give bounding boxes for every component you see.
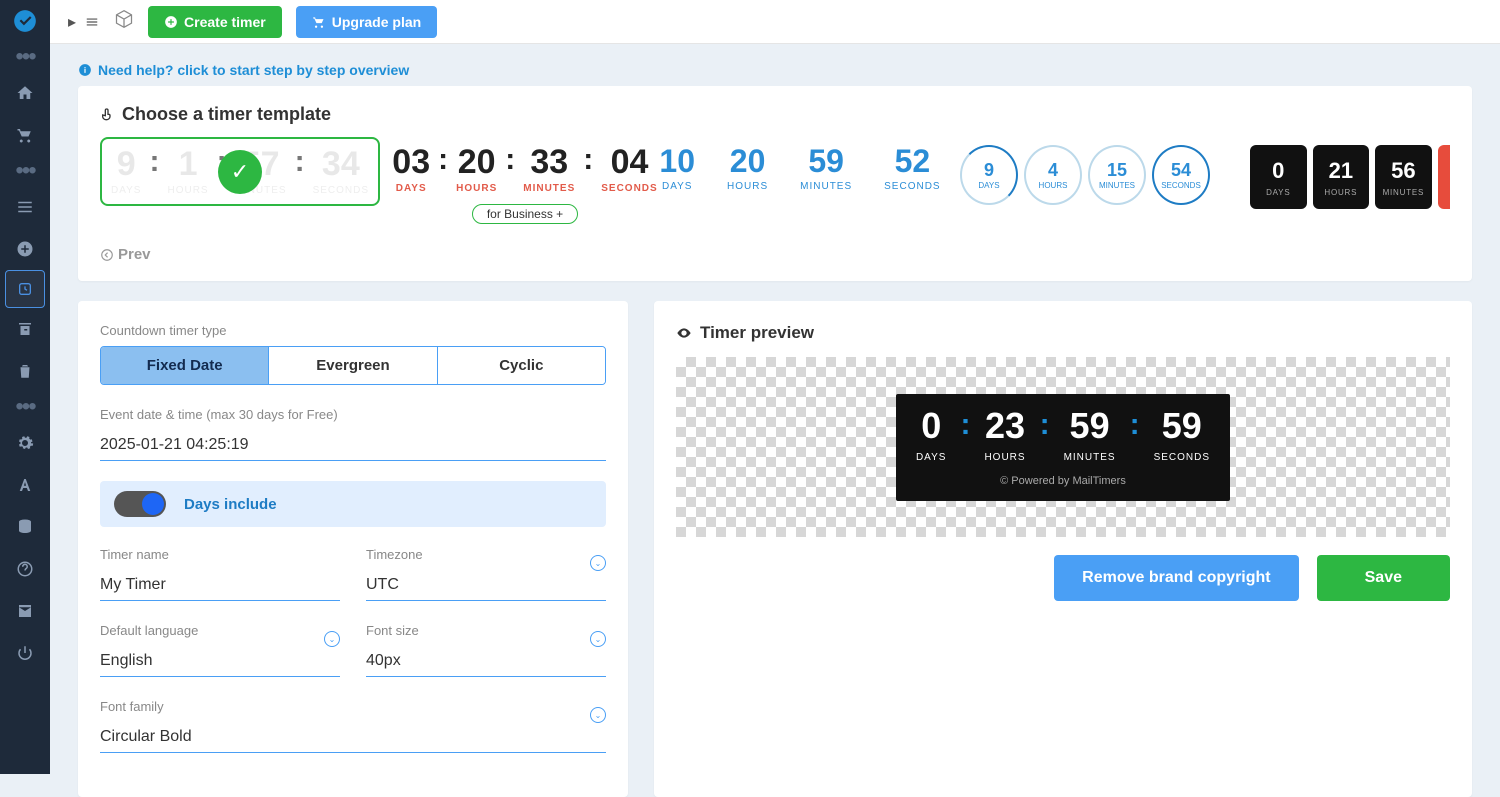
- topbar: ▸ Create timer Upgrade plan: [50, 0, 1500, 44]
- chevron-down-icon: ⌄: [590, 555, 606, 571]
- timer-name-input[interactable]: [100, 570, 340, 601]
- template-panel: Choose a timer template 9DAYS : 1HOURS :…: [78, 86, 1472, 281]
- cube-icon[interactable]: [114, 9, 134, 34]
- fontsize-select[interactable]: [366, 646, 606, 677]
- days-include-label: Days include: [184, 496, 277, 513]
- timer-type-tabs: Fixed Date Evergreen Cyclic: [100, 346, 606, 385]
- sidebar-mail-icon[interactable]: [0, 590, 50, 632]
- timezone-select[interactable]: [366, 570, 606, 601]
- powered-by-label: © Powered by MailTimers: [916, 475, 1210, 487]
- sidebar-separator: •••: [0, 156, 50, 186]
- sidebar-toggle[interactable]: ▸: [68, 12, 100, 32]
- tab-evergreen[interactable]: Evergreen: [268, 347, 436, 384]
- timer-name-label: Timer name: [100, 547, 340, 562]
- tab-fixed-date[interactable]: Fixed Date: [101, 347, 268, 384]
- chevron-down-icon: ⌄: [324, 631, 340, 647]
- prev-button[interactable]: Prev: [100, 246, 1450, 263]
- template-option-1[interactable]: 9DAYS : 1HOURS : 57MINUTES : 34SECONDS ✓: [100, 137, 380, 206]
- check-icon: ✓: [218, 150, 262, 194]
- template-option-2[interactable]: 03DAYS : 20HOURS : 33MINUTES : 04SECONDS…: [400, 137, 650, 232]
- chevron-down-icon: ⌄: [590, 631, 606, 647]
- preview-canvas: 0DAYS : 23HOURS : 59MINUTES : 59SECONDS …: [676, 357, 1450, 537]
- sidebar-database-icon[interactable]: [0, 506, 50, 548]
- remove-brand-button[interactable]: Remove brand copyright: [1054, 555, 1298, 601]
- sidebar-settings-icon[interactable]: [0, 422, 50, 464]
- event-date-input[interactable]: [100, 430, 606, 461]
- sidebar-power-icon[interactable]: [0, 632, 50, 674]
- create-timer-button[interactable]: Create timer: [148, 6, 282, 38]
- days-include-toggle[interactable]: [114, 491, 166, 517]
- plus-circle-icon: [164, 15, 178, 29]
- business-badge: for Business +: [472, 204, 578, 224]
- sidebar-separator: •••: [0, 42, 50, 72]
- preview-panel: Timer preview 0DAYS : 23HOURS : 59MINUTE…: [654, 301, 1472, 797]
- fontsize-label: Font size: [366, 623, 606, 638]
- sidebar-separator: •••: [0, 392, 50, 422]
- panel-title: Choose a timer template: [100, 104, 1450, 125]
- fontfamily-label: Font family: [100, 699, 606, 714]
- sidebar-add-icon[interactable]: [0, 228, 50, 270]
- hand-pointer-icon: [100, 107, 116, 123]
- sidebar-timer-icon[interactable]: [5, 270, 45, 308]
- sidebar-help-icon[interactable]: [0, 548, 50, 590]
- help-link[interactable]: Need help? click to start step by step o…: [50, 62, 1500, 86]
- language-label: Default language: [100, 623, 340, 638]
- preview-timer: 0DAYS : 23HOURS : 59MINUTES : 59SECONDS …: [896, 394, 1230, 501]
- event-date-label: Event date & time (max 30 days for Free): [100, 407, 606, 422]
- sidebar-archive-icon[interactable]: [0, 308, 50, 350]
- sidebar-font-icon[interactable]: [0, 464, 50, 506]
- fontfamily-select[interactable]: [100, 722, 606, 753]
- timezone-label: Timezone: [366, 547, 606, 562]
- info-icon: [78, 63, 92, 77]
- eye-icon: [676, 325, 692, 341]
- language-select[interactable]: [100, 646, 340, 677]
- chevron-down-icon: ⌄: [590, 707, 606, 723]
- settings-panel: Countdown timer type Fixed Date Evergree…: [78, 301, 628, 797]
- preview-title: Timer preview: [676, 323, 1450, 343]
- upgrade-plan-button[interactable]: Upgrade plan: [296, 6, 437, 38]
- template-option-3[interactable]: 10DAYS 20HOURS 59MINUTES 52SECONDS: [670, 137, 930, 203]
- sidebar-list-icon[interactable]: [0, 186, 50, 228]
- sidebar-home-icon[interactable]: [0, 72, 50, 114]
- timer-type-label: Countdown timer type: [100, 323, 606, 338]
- sidebar-trash-icon[interactable]: [0, 350, 50, 392]
- template-option-5[interactable]: 0DAYS 21HOURS 56MINUTES: [1240, 137, 1450, 217]
- cart-icon: [312, 15, 326, 29]
- tab-cyclic[interactable]: Cyclic: [437, 347, 605, 384]
- template-option-4[interactable]: 9DAYS 4HOURS 15MINUTES 54SECONDS: [950, 137, 1220, 213]
- save-button[interactable]: Save: [1317, 555, 1450, 601]
- sidebar-cart-icon[interactable]: [0, 114, 50, 156]
- sidebar: ••• ••• •••: [0, 0, 50, 774]
- app-logo[interactable]: [0, 0, 50, 42]
- menu-icon: [84, 15, 100, 29]
- days-include-row: Days include: [100, 481, 606, 527]
- caret-right-icon: ▸: [68, 12, 76, 32]
- chevron-left-circle-icon: [100, 248, 114, 262]
